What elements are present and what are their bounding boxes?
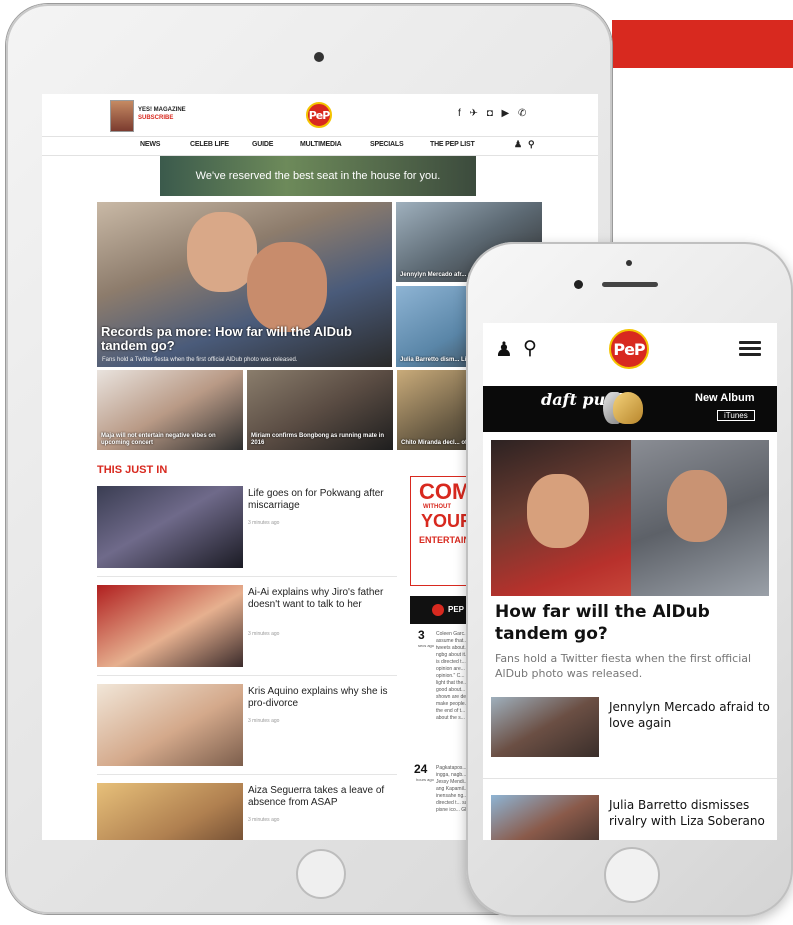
gold-helmet-graphic — [613, 392, 643, 424]
side-ad[interactable]: COM WITHOUT YOUR ENTERTAIN — [410, 476, 474, 586]
story-thumbnail[interactable] — [97, 486, 243, 568]
nav-item-celeb-life[interactable]: CELEB LIFE — [190, 141, 229, 148]
social-icons[interactable]: f ✈ ◘ ▶ ✆ — [458, 108, 529, 119]
pep-bar-label: PEP — [448, 605, 465, 614]
user-icon[interactable]: ♟ — [514, 139, 522, 150]
subscribe-link[interactable]: SUBSCRIBE — [138, 115, 173, 121]
search-icon[interactable]: ⚲ — [528, 139, 535, 150]
nav-item-guide[interactable]: GUIDE — [252, 141, 273, 148]
phone-hero-image[interactable] — [491, 440, 769, 596]
top-ad-banner[interactable]: We've reserved the best seat in the hous… — [160, 156, 476, 196]
hero-photo-face — [667, 470, 727, 542]
magazine-name: YES! MAGAZINE — [138, 107, 186, 113]
story-title[interactable]: Aiza Seguerra takes a leave of absence f… — [248, 785, 396, 809]
bottom-tile-caption: Miriam confirms Bongbong as running mate… — [251, 433, 385, 446]
story-time: 3 minutes ago — [248, 520, 280, 526]
phone-screen: ♟ ⚲ PeP daft punk New Album iTunes How f… — [483, 323, 777, 840]
bottom-tile[interactable]: Maja will not entertain negative vibes o… — [97, 370, 243, 450]
section-title: THIS JUST IN — [97, 464, 168, 476]
album-ad-banner[interactable]: daft punk New Album iTunes — [483, 386, 777, 432]
side-ad-line: COM — [419, 479, 471, 504]
story-title[interactable]: Julia Barretto dismisses rivalry with Li… — [609, 797, 773, 829]
side-ad-line: ENTERTAIN — [419, 535, 470, 545]
bottom-tile[interactable]: Miriam confirms Bongbong as running mate… — [247, 370, 393, 450]
pep-bar: PEP — [410, 596, 472, 624]
story-thumbnail[interactable] — [97, 783, 243, 840]
story-thumbnail[interactable] — [491, 795, 599, 840]
feed-count: 3 — [418, 628, 425, 642]
story-thumbnail[interactable] — [97, 585, 243, 667]
story-title[interactable]: Life goes on for Pokwang after miscarria… — [248, 488, 396, 512]
nav-item-multimedia[interactable]: MULTIMEDIA — [300, 141, 342, 148]
divider — [97, 576, 397, 577]
feed-unit: secs ago — [418, 643, 435, 648]
hamburger-menu-icon[interactable] — [739, 341, 761, 357]
red-banner — [612, 20, 793, 68]
pep-logo[interactable]: PeP — [609, 329, 649, 369]
nav-item-the-pep-list[interactable]: THE PEP LIST — [430, 141, 475, 148]
story-time: 3 minutes ago — [248, 631, 280, 637]
ad-label: New Album — [695, 392, 755, 404]
nav-item-specials[interactable]: SPECIALS — [370, 141, 404, 148]
story-time: 3 minutes ago — [248, 817, 280, 823]
divider — [483, 778, 777, 779]
hero-subtitle: Fans hold a Twitter fiesta when the firs… — [102, 357, 298, 363]
feed-unit: hours ago — [416, 777, 434, 782]
hero-photo-face — [527, 474, 589, 548]
hero-story[interactable]: Records pa more: How far will the AlDub … — [97, 202, 392, 367]
phone-camera — [574, 280, 583, 289]
tablet-camera — [314, 52, 324, 62]
hero-title: Records pa more: How far will the AlDub … — [101, 324, 352, 353]
tablet-home-button[interactable] — [296, 849, 346, 899]
story-title[interactable]: Ai-Ai explains why Jiro's father doesn't… — [248, 587, 396, 611]
magazine-cover-thumbnail[interactable] — [110, 100, 134, 132]
pep-bar-icon — [432, 604, 444, 616]
pep-logo[interactable]: PeP — [306, 102, 332, 128]
phone-hero-subtitle: Fans hold a Twitter fiesta when the firs… — [495, 652, 752, 680]
search-icon[interactable]: ⚲ — [523, 337, 537, 360]
phone-home-button[interactable] — [604, 847, 660, 903]
bottom-tile-caption: Maja will not entertain negative vibes o… — [101, 433, 216, 446]
phone-device: ♟ ⚲ PeP daft punk New Album iTunes How f… — [466, 242, 793, 917]
story-title[interactable]: Kris Aquino explains why she is pro-divo… — [248, 686, 396, 710]
nav-item-news[interactable]: NEWS — [140, 141, 160, 148]
phone-speaker — [602, 282, 658, 287]
story-thumbnail[interactable] — [97, 684, 243, 766]
story-thumbnail[interactable] — [491, 697, 599, 757]
story-time: 3 minutes ago — [248, 718, 280, 724]
phone-front-sensor — [626, 260, 632, 266]
hero-photo-face — [247, 242, 327, 332]
main-nav: NEWS CELEB LIFE GUIDE MULTIMEDIA SPECIAL… — [42, 136, 598, 156]
feed-count: 24 — [414, 762, 428, 776]
itunes-badge[interactable]: iTunes — [717, 410, 755, 421]
story-title[interactable]: Jennylyn Mercado afraid to love again — [609, 699, 773, 731]
user-icon[interactable]: ♟ — [495, 337, 513, 362]
divider — [97, 774, 397, 775]
phone-hero-title[interactable]: How far will the AlDub tandem go? — [495, 601, 771, 645]
divider — [97, 675, 397, 676]
